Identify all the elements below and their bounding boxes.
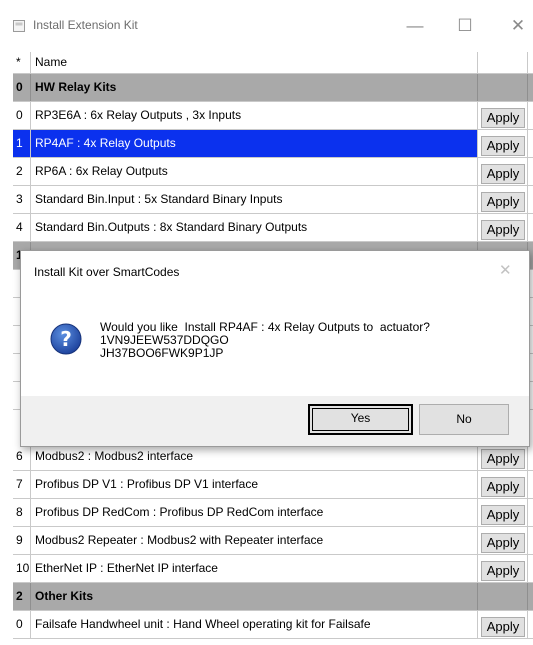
action-cell: Apply — [478, 102, 528, 129]
install-extension-kit-window: Install Extension Kit — ☐ ✕ * Name 0 HW R… — [0, 0, 533, 645]
row-end — [528, 214, 533, 241]
row-end — [528, 74, 533, 101]
kit-row[interactable]: 10 EtherNet IP : EtherNet IP interface App… — [13, 555, 533, 583]
row-index: 0 — [13, 74, 31, 101]
kit-name: RP6A : 6x Relay Outputs — [31, 158, 478, 185]
kit-row[interactable]: 7 Profibus DP V1 : Profibus DP V1 interfa… — [13, 471, 533, 499]
row-index: 1 — [13, 130, 31, 157]
question-icon: ? — [50, 323, 82, 355]
row-index: 0 — [13, 102, 31, 129]
kit-row[interactable]: 8 Profibus DP RedCom : Profibus DP RedCom… — [13, 499, 533, 527]
action-cell: Apply — [478, 443, 528, 470]
row-index: 3 — [13, 186, 31, 213]
apply-button[interactable]: Apply — [481, 533, 525, 553]
row-end — [528, 527, 533, 554]
row-index: 10 — [13, 555, 31, 582]
kit-row[interactable]: 0 Failsafe Handwheel unit : Hand Wheel op… — [13, 611, 533, 639]
row-index: 4 — [13, 214, 31, 241]
row-index: 9 — [13, 527, 31, 554]
window-title: Install Extension Kit — [33, 18, 138, 32]
title-bar: Install Extension Kit — ☐ ✕ — [0, 0, 533, 50]
row-end — [528, 186, 533, 213]
apply-button[interactable]: Apply — [481, 192, 525, 212]
apply-button[interactable]: Apply — [481, 220, 525, 240]
row-end — [528, 555, 533, 582]
kit-row[interactable]: 2 RP6A : 6x Relay Outputs Apply — [13, 158, 533, 186]
kit-row[interactable]: 4 Standard Bin.Outputs : 8x Standard Bina… — [13, 214, 533, 242]
header-index: * — [13, 52, 31, 73]
row-end — [528, 471, 533, 498]
header-action — [478, 52, 528, 73]
yes-button[interactable]: Yes — [308, 404, 413, 435]
apply-button[interactable]: Apply — [481, 164, 525, 184]
apply-button[interactable]: Apply — [481, 477, 525, 497]
action-cell: Apply — [478, 158, 528, 185]
no-button[interactable]: No — [419, 404, 509, 435]
dialog-close-button[interactable]: ✕ — [499, 261, 512, 279]
kit-row[interactable]: 9 Modbus2 Repeater : Modbus2 with Repeate… — [13, 527, 533, 555]
action-cell: Apply — [478, 214, 528, 241]
apply-button[interactable]: Apply — [481, 505, 525, 525]
kit-name: Modbus2 : Modbus2 interface — [31, 443, 478, 470]
grid-header: * Name — [13, 52, 533, 74]
kit-name: Profibus DP V1 : Profibus DP V1 interfac… — [31, 471, 478, 498]
kit-row[interactable]: 0 RP3E6A : 6x Relay Outputs , 3x Inputs Ap… — [13, 102, 533, 130]
apply-button[interactable]: Apply — [481, 108, 525, 128]
kit-name: Profibus DP RedCom : Profibus DP RedCom … — [31, 499, 478, 526]
kit-name: RP4AF : 4x Relay Outputs — [31, 130, 478, 157]
apply-button[interactable]: Apply — [481, 561, 525, 581]
action-cell: Apply — [478, 555, 528, 582]
minimize-button[interactable]: — — [400, 14, 430, 38]
action-cell: Apply — [478, 186, 528, 213]
row-end — [528, 443, 533, 470]
apply-button[interactable]: Apply — [481, 449, 525, 469]
header-name: Name — [31, 52, 478, 73]
action-cell: Apply — [478, 527, 528, 554]
header-end — [528, 52, 533, 73]
row-end — [528, 583, 533, 610]
kit-name: Standard Bin.Input : 5x Standard Binary … — [31, 186, 478, 213]
group-row: 2 Other Kits — [13, 583, 533, 611]
action-cell: Apply — [478, 499, 528, 526]
kit-name: RP3E6A : 6x Relay Outputs , 3x Inputs — [31, 102, 478, 129]
action-cell — [478, 583, 528, 610]
row-end — [528, 499, 533, 526]
kit-row[interactable]: 6 Modbus2 : Modbus2 interface Apply — [13, 443, 533, 471]
row-end — [528, 130, 533, 157]
action-cell: Apply — [478, 130, 528, 157]
maximize-button[interactable]: ☐ — [450, 14, 480, 38]
kit-row[interactable]: 1 RP4AF : 4x Relay Outputs Apply — [13, 130, 533, 158]
kit-name: Standard Bin.Outputs : 8x Standard Binar… — [31, 214, 478, 241]
action-cell: Apply — [478, 611, 528, 638]
row-index: 0 — [13, 611, 31, 638]
group-row: 0 HW Relay Kits — [13, 74, 533, 102]
apply-button[interactable]: Apply — [481, 136, 525, 156]
row-index: 7 — [13, 471, 31, 498]
row-end — [528, 158, 533, 185]
row-index: 2 — [13, 158, 31, 185]
kit-name: Failsafe Handwheel unit : Hand Wheel ope… — [31, 611, 478, 638]
row-end — [528, 102, 533, 129]
row-index: 8 — [13, 499, 31, 526]
svg-text:?: ? — [60, 327, 72, 351]
apply-button[interactable]: Apply — [481, 617, 525, 637]
row-index: 2 — [13, 583, 31, 610]
action-cell — [478, 74, 528, 101]
dialog-title: Install Kit over SmartCodes — [34, 265, 180, 279]
dialog-message: Would you like Install RP4AF : 4x Relay … — [100, 320, 430, 360]
action-cell: Apply — [478, 471, 528, 498]
row-index: 6 — [13, 443, 31, 470]
app-icon — [13, 20, 25, 32]
kit-name: Modbus2 Repeater : Modbus2 with Repeater… — [31, 527, 478, 554]
kit-name: EtherNet IP : EtherNet IP interface — [31, 555, 478, 582]
close-button[interactable]: ✕ — [503, 14, 533, 38]
group-name: HW Relay Kits — [31, 74, 478, 101]
group-name: Other Kits — [31, 583, 478, 610]
row-end — [528, 611, 533, 638]
install-kit-dialog: Install Kit over SmartCodes ✕ ? Would yo… — [20, 250, 530, 447]
kit-row[interactable]: 3 Standard Bin.Input : 5x Standard Binary… — [13, 186, 533, 214]
